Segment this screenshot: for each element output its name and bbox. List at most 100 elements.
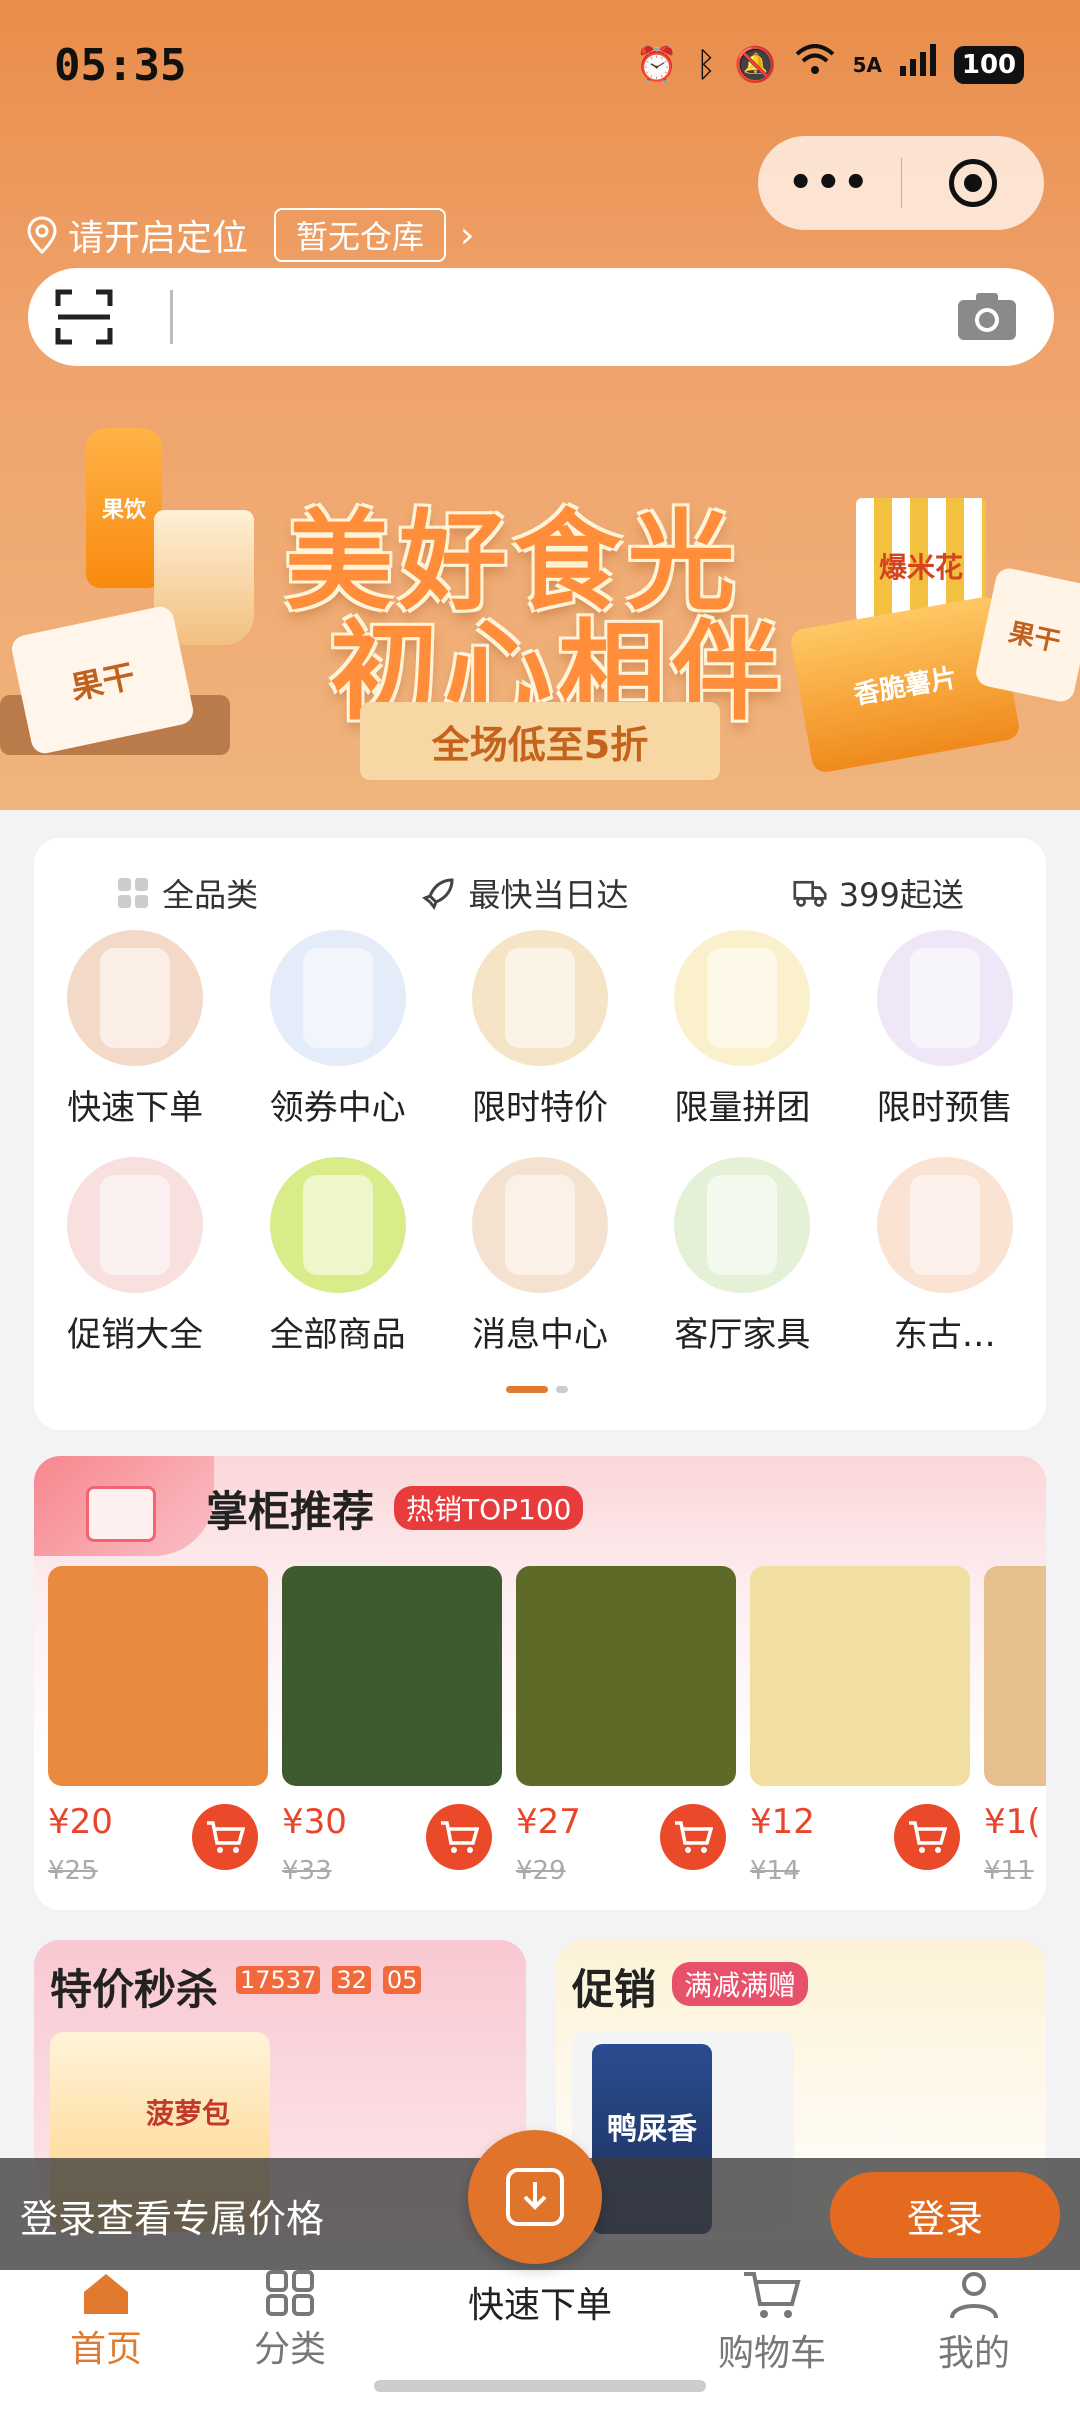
category-image bbox=[471, 1157, 608, 1293]
quick-order-fab[interactable] bbox=[468, 2130, 602, 2264]
banner-ribbon: 全场低至5折 bbox=[360, 702, 720, 780]
product-image bbox=[516, 1566, 736, 1786]
promo-banner[interactable]: 果饮 果干 爆米花 香脆薯片 果干 美好食光 初心相伴 全场低至5折 bbox=[0, 380, 1080, 810]
home-indicator bbox=[374, 2380, 706, 2392]
category-image bbox=[876, 1157, 1013, 1293]
category-label: 限时特价 bbox=[471, 1088, 608, 1128]
product-price: ¥27 bbox=[516, 1802, 581, 1842]
product-list: ¥20 ¥25 ¥30 ¥33 ¥27 ¥29 ¥12 ¥14 ¥1(¥11 bbox=[48, 1566, 1046, 1896]
category-item[interactable]: 促销大全 bbox=[34, 1157, 236, 1356]
category-image bbox=[674, 1157, 811, 1293]
category-label: 限量拼团 bbox=[674, 1088, 811, 1128]
product-card[interactable]: ¥1(¥11 bbox=[984, 1566, 1046, 1896]
countdown-hours: 17537 bbox=[236, 1966, 321, 1994]
category-image bbox=[876, 930, 1013, 1066]
feature-all-categories: 全品类 bbox=[116, 870, 258, 916]
cart-icon bbox=[441, 1821, 479, 1853]
product-card[interactable]: ¥20 ¥25 bbox=[48, 1566, 268, 1896]
chevron-right-icon[interactable]: › bbox=[460, 215, 474, 256]
hot-sale-tag: 热销TOP100 bbox=[394, 1486, 584, 1530]
truck-icon bbox=[793, 876, 827, 910]
category-label: 消息中心 bbox=[471, 1315, 608, 1355]
product-price: ¥1( bbox=[984, 1802, 1041, 1842]
login-prompt-text: 登录查看专属价格 bbox=[20, 2197, 325, 2241]
category-label: 东古… bbox=[893, 1315, 996, 1355]
category-image bbox=[269, 1157, 406, 1293]
category-item[interactable]: 限时预售 bbox=[844, 930, 1046, 1129]
category-item[interactable]: 领券中心 bbox=[236, 930, 438, 1129]
category-image bbox=[674, 930, 811, 1066]
product-original-price: ¥11 bbox=[984, 1856, 1034, 1886]
add-to-cart-button[interactable] bbox=[426, 1804, 492, 1870]
product-original-price: ¥29 bbox=[516, 1856, 566, 1886]
camera-icon[interactable] bbox=[956, 290, 1018, 342]
category-item[interactable]: 东古… bbox=[844, 1157, 1046, 1356]
mute-icon: 🔕 bbox=[734, 44, 777, 85]
close-miniprogram-button[interactable] bbox=[902, 159, 1045, 207]
flash-sale-title: 特价秒杀 bbox=[50, 1965, 219, 2014]
add-to-cart-button[interactable] bbox=[192, 1804, 258, 1870]
tab-quick-order-label[interactable]: 快速下单 bbox=[0, 2276, 1080, 2328]
grid-icon bbox=[116, 876, 150, 910]
category-item[interactable]: 全部商品 bbox=[236, 1157, 438, 1356]
product-original-price: ¥25 bbox=[48, 1856, 98, 1886]
cart-icon bbox=[207, 1821, 245, 1853]
gift-banner bbox=[34, 1456, 214, 1556]
product-card[interactable]: ¥27 ¥29 bbox=[516, 1566, 736, 1896]
category-item[interactable]: 快速下单 bbox=[34, 930, 236, 1129]
category-label: 领券中心 bbox=[269, 1088, 406, 1128]
countdown: 17537 32 05 bbox=[236, 1966, 422, 1994]
search-bar[interactable] bbox=[28, 268, 1054, 366]
dried-fruit-bag-2: 果干 bbox=[973, 565, 1080, 705]
tab-label: 购物车 bbox=[717, 2333, 826, 2374]
signal-icon bbox=[900, 44, 936, 85]
category-image bbox=[67, 1157, 204, 1293]
search-input[interactable] bbox=[170, 290, 173, 344]
category-label: 促销大全 bbox=[67, 1315, 204, 1355]
category-item[interactable]: 客厅家具 bbox=[641, 1157, 843, 1356]
product-card[interactable]: ¥12 ¥14 bbox=[750, 1566, 970, 1896]
product-image bbox=[282, 1566, 502, 1786]
page-indicator bbox=[506, 1386, 568, 1393]
status-time: 05:35 bbox=[54, 40, 187, 91]
recommend-card: 掌柜推荐 热销TOP100 ¥20 ¥25 ¥30 ¥33 ¥27 ¥29 ¥12 ¥14 ¥1… bbox=[34, 1456, 1046, 1910]
more-button[interactable]: ••• bbox=[758, 160, 901, 206]
feature-label: 399起送 bbox=[838, 876, 964, 914]
product-image bbox=[984, 1566, 1046, 1786]
cart-icon bbox=[675, 1821, 713, 1853]
warehouse-button[interactable]: 暂无仓库 bbox=[274, 208, 447, 262]
product-card[interactable]: ¥30 ¥33 bbox=[282, 1566, 502, 1896]
category-label: 限时预售 bbox=[876, 1088, 1013, 1128]
product-label: 菠萝包 bbox=[146, 2097, 231, 2130]
status-bar: 05:35 ⏰ ᛒ 🔕 5A 100 bbox=[0, 0, 1080, 140]
feature-min-order: 399起送 bbox=[793, 870, 964, 916]
category-grid: 快速下单 领券中心 限时特价 限量拼团 限时预售促销大全 全部商品 消息中心 客厅家具 东古… bbox=[34, 930, 1046, 1356]
gift-icon bbox=[86, 1486, 156, 1542]
product-price: ¥30 bbox=[282, 1802, 347, 1842]
feature-same-day: 最快当日达 bbox=[422, 870, 628, 916]
category-item[interactable]: 消息中心 bbox=[439, 1157, 641, 1356]
location-text[interactable]: 请开启定位 bbox=[68, 209, 248, 261]
page-dot bbox=[556, 1386, 568, 1393]
cart-icon bbox=[909, 1821, 947, 1853]
wifi-icon bbox=[795, 44, 835, 85]
product-original-price: ¥14 bbox=[750, 1856, 800, 1886]
product-price: ¥12 bbox=[750, 1802, 815, 1842]
battery-icon: 100 bbox=[954, 45, 1024, 84]
network-label: 5A bbox=[852, 52, 882, 77]
category-image bbox=[471, 930, 608, 1066]
location-row: 请开启定位 暂无仓库 › bbox=[26, 208, 474, 262]
location-pin-icon bbox=[27, 216, 57, 254]
login-button[interactable]: 登录 bbox=[830, 2172, 1060, 2258]
add-to-cart-button[interactable] bbox=[660, 1804, 726, 1870]
promo-tag: 满减满赠 bbox=[672, 1962, 809, 2006]
category-item[interactable]: 限时特价 bbox=[439, 930, 641, 1129]
add-to-cart-button[interactable] bbox=[894, 1804, 960, 1870]
scan-icon[interactable] bbox=[54, 288, 114, 346]
category-item[interactable]: 限量拼团 bbox=[641, 930, 843, 1129]
bluetooth-icon: ᛒ bbox=[695, 44, 717, 85]
countdown-minutes: 32 bbox=[332, 1966, 371, 1994]
category-label: 客厅家具 bbox=[674, 1315, 811, 1355]
tab-label: 我的 bbox=[937, 2333, 1010, 2374]
category-image bbox=[67, 930, 204, 1066]
